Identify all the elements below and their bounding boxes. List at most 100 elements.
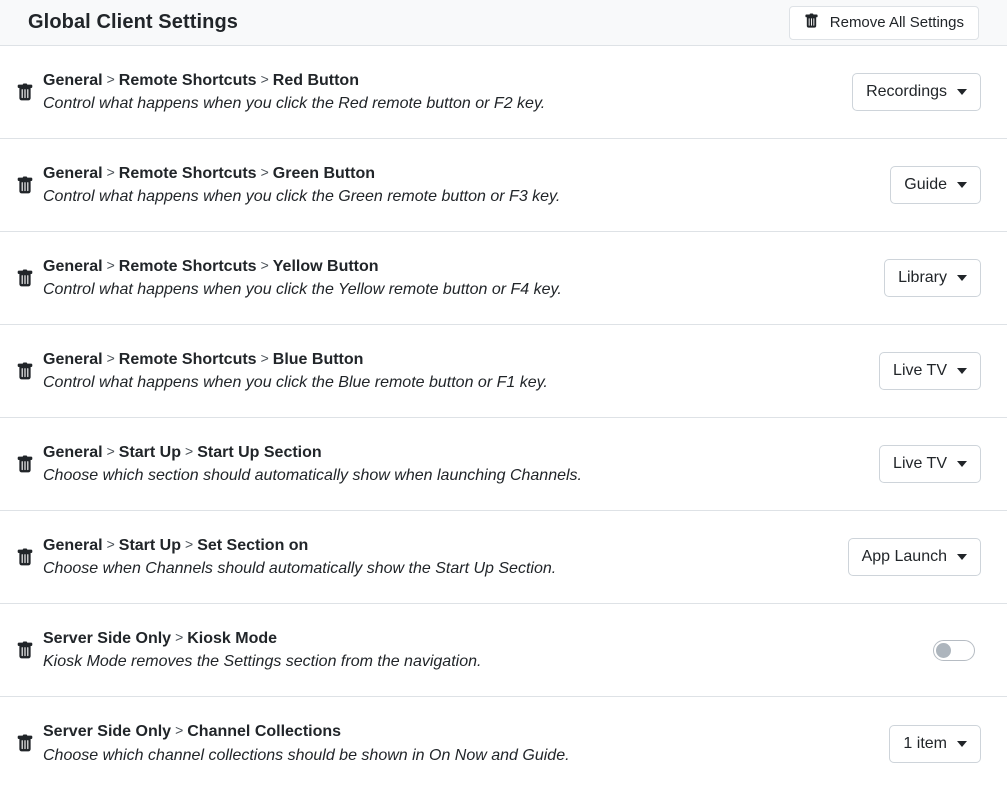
setting-description: Control what happens when you click the … (43, 280, 884, 299)
breadcrumb-separator: > (103, 257, 119, 273)
dropdown-startup-section[interactable]: Live TV (879, 445, 981, 483)
page-title: Global Client Settings (28, 11, 238, 34)
breadcrumb-part: Green Button (273, 165, 375, 182)
setting-row-kiosk-mode: Server Side Only>Kiosk Mode Kiosk Mode r… (0, 604, 1007, 697)
breadcrumb-part: General (43, 444, 103, 461)
setting-row-blue-button: General>Remote Shortcuts>Blue Button Con… (0, 325, 1007, 418)
trash-icon (16, 176, 34, 195)
toggle-knob (936, 643, 951, 658)
setting-text: General>Start Up>Start Up Section Choose… (43, 443, 879, 485)
breadcrumb-separator: > (257, 257, 273, 273)
breadcrumb-part: Channel Collections (187, 723, 341, 740)
dropdown-blue-button[interactable]: Live TV (879, 352, 981, 390)
setting-description: Kiosk Mode removes the Settings section … (43, 652, 933, 671)
breadcrumb-separator: > (257, 350, 273, 366)
delete-setting-button[interactable] (16, 362, 34, 381)
breadcrumb-separator: > (257, 164, 273, 180)
caret-down-icon (957, 741, 967, 747)
setting-breadcrumb: General>Start Up>Set Section on (43, 536, 848, 555)
caret-down-icon (957, 89, 967, 95)
setting-description: Control what happens when you click the … (43, 94, 852, 113)
breadcrumb-part: General (43, 258, 103, 275)
delete-setting-button[interactable] (16, 734, 34, 753)
dropdown-yellow-button[interactable]: Library (884, 259, 981, 297)
breadcrumb-part: Start Up Section (197, 444, 321, 461)
dropdown-value: Guide (904, 176, 947, 194)
dropdown-value: Live TV (893, 455, 947, 473)
setting-breadcrumb: General>Remote Shortcuts>Green Button (43, 164, 890, 183)
delete-setting-button[interactable] (16, 176, 34, 195)
toggle-kiosk-mode[interactable] (933, 640, 975, 661)
setting-text: General>Remote Shortcuts>Blue Button Con… (43, 350, 879, 392)
caret-down-icon (957, 182, 967, 188)
caret-down-icon (957, 554, 967, 560)
trash-icon (804, 13, 819, 33)
remove-all-settings-button[interactable]: Remove All Settings (789, 6, 979, 40)
delete-setting-button[interactable] (16, 548, 34, 567)
setting-description: Choose which section should automaticall… (43, 466, 879, 485)
breadcrumb-separator: > (103, 71, 119, 87)
breadcrumb-separator: > (103, 443, 119, 459)
breadcrumb-separator: > (171, 629, 187, 645)
trash-icon (16, 269, 34, 288)
breadcrumb-separator: > (103, 164, 119, 180)
setting-text: General>Remote Shortcuts>Green Button Co… (43, 164, 890, 206)
setting-description: Choose which channel collections should … (43, 746, 889, 765)
breadcrumb-part: Kiosk Mode (187, 630, 277, 647)
trash-icon (16, 548, 34, 567)
caret-down-icon (957, 461, 967, 467)
settings-list: General>Remote Shortcuts>Red Button Cont… (0, 46, 1007, 790)
setting-breadcrumb: General>Remote Shortcuts>Red Button (43, 71, 852, 90)
setting-breadcrumb: General>Start Up>Start Up Section (43, 443, 879, 462)
breadcrumb-separator: > (171, 722, 187, 738)
breadcrumb-part: Yellow Button (273, 258, 379, 275)
breadcrumb-part: Red Button (273, 72, 359, 89)
dropdown-channel-collections[interactable]: 1 item (889, 725, 981, 763)
dropdown-set-section-on[interactable]: App Launch (848, 538, 981, 576)
trash-icon (16, 734, 34, 753)
setting-row-red-button: General>Remote Shortcuts>Red Button Cont… (0, 46, 1007, 139)
setting-breadcrumb: General>Remote Shortcuts>Blue Button (43, 350, 879, 369)
setting-breadcrumb: General>Remote Shortcuts>Yellow Button (43, 257, 884, 276)
delete-setting-button[interactable] (16, 269, 34, 288)
setting-row-set-section-on: General>Start Up>Set Section on Choose w… (0, 511, 1007, 604)
setting-breadcrumb: Server Side Only>Channel Collections (43, 722, 889, 741)
dropdown-value: Recordings (866, 83, 947, 101)
dropdown-red-button[interactable]: Recordings (852, 73, 981, 111)
dropdown-value: Library (898, 269, 947, 287)
setting-row-green-button: General>Remote Shortcuts>Green Button Co… (0, 139, 1007, 232)
page-header: Global Client Settings Remove All Settin… (0, 0, 1007, 46)
delete-setting-button[interactable] (16, 83, 34, 102)
breadcrumb-separator: > (257, 71, 273, 87)
setting-text: General>Start Up>Set Section on Choose w… (43, 536, 848, 578)
breadcrumb-separator: > (181, 536, 197, 552)
setting-description: Choose when Channels should automaticall… (43, 559, 848, 578)
setting-row-yellow-button: General>Remote Shortcuts>Yellow Button C… (0, 232, 1007, 325)
delete-setting-button[interactable] (16, 455, 34, 474)
setting-breadcrumb: Server Side Only>Kiosk Mode (43, 629, 933, 648)
dropdown-value: Live TV (893, 362, 947, 380)
setting-row-startup-section: General>Start Up>Start Up Section Choose… (0, 418, 1007, 511)
setting-row-channel-collections: Server Side Only>Channel Collections Cho… (0, 697, 1007, 790)
breadcrumb-part: General (43, 72, 103, 89)
breadcrumb-part: Blue Button (273, 351, 364, 368)
breadcrumb-part: Remote Shortcuts (119, 72, 257, 89)
breadcrumb-part: Server Side Only (43, 630, 171, 647)
breadcrumb-separator: > (103, 536, 119, 552)
setting-text: General>Remote Shortcuts>Yellow Button C… (43, 257, 884, 299)
breadcrumb-part: Start Up (119, 444, 181, 461)
breadcrumb-separator: > (103, 350, 119, 366)
breadcrumb-part: Start Up (119, 537, 181, 554)
trash-icon (16, 641, 34, 660)
dropdown-green-button[interactable]: Guide (890, 166, 981, 204)
setting-text: Server Side Only>Kiosk Mode Kiosk Mode r… (43, 629, 933, 671)
delete-setting-button[interactable] (16, 641, 34, 660)
trash-icon (16, 362, 34, 381)
setting-text: General>Remote Shortcuts>Red Button Cont… (43, 71, 852, 113)
trash-icon (16, 83, 34, 102)
remove-all-settings-label: Remove All Settings (830, 14, 964, 31)
breadcrumb-part: Set Section on (197, 537, 308, 554)
breadcrumb-part: General (43, 351, 103, 368)
breadcrumb-part: Remote Shortcuts (119, 165, 257, 182)
trash-icon (16, 455, 34, 474)
